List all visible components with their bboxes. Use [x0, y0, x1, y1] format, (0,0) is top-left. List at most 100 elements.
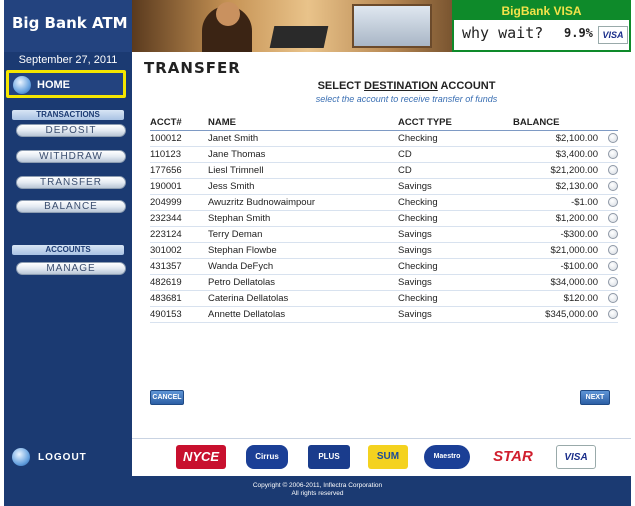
- radio-cell: [598, 210, 618, 227]
- table-row[interactable]: 301002 Stephan Flowbe Savings $21,000.00: [150, 242, 618, 259]
- accounts-header: ACCOUNTS: [12, 245, 124, 255]
- balance-cell: $34,000.00: [513, 274, 598, 291]
- type-cell: Checking: [398, 194, 513, 211]
- next-button[interactable]: NEXT: [580, 390, 610, 405]
- col-type-header: ACCT TYPE: [398, 115, 513, 131]
- home-button[interactable]: HOME: [6, 70, 126, 98]
- type-cell: Checking: [398, 290, 513, 307]
- transfer-button[interactable]: TRANSFER: [16, 176, 126, 189]
- radio-cell: [598, 130, 618, 147]
- acct-cell: 431357: [150, 258, 208, 275]
- deposit-button[interactable]: DEPOSIT: [16, 124, 126, 137]
- name-cell: Awuzritz Budnowaimpour: [208, 194, 398, 211]
- header: Big Bank ATM BigBank VISA why wait? 9.9%…: [4, 0, 631, 52]
- col-select-header: [598, 115, 618, 131]
- select-account-radio[interactable]: [608, 276, 618, 287]
- col-balance-header: BALANCE: [513, 115, 598, 131]
- balance-button[interactable]: BALANCE: [16, 200, 126, 213]
- atm-frame: Big Bank ATM BigBank VISA why wait? 9.9%…: [4, 0, 631, 506]
- acct-cell: 490153: [150, 306, 208, 323]
- withdraw-button[interactable]: WITHDRAW: [16, 150, 126, 163]
- home-icon: [13, 76, 31, 94]
- radio-cell: [598, 162, 618, 179]
- table-row[interactable]: 490153 Annette Dellatolas Savings $345,000.…: [150, 306, 618, 323]
- promo-rate: 9.9%: [564, 26, 593, 40]
- radio-cell: [598, 226, 618, 243]
- acct-cell: 223124: [150, 226, 208, 243]
- type-cell: Checking: [398, 258, 513, 275]
- acct-cell: 483681: [150, 290, 208, 307]
- select-account-radio[interactable]: [608, 244, 618, 255]
- manage-button[interactable]: MANAGE: [16, 262, 126, 275]
- radio-cell: [598, 178, 618, 195]
- app-brand: Big Bank ATM: [12, 14, 128, 32]
- visa-promo-banner[interactable]: BigBank VISA why wait? 9.9% VISA: [452, 0, 631, 52]
- select-account-radio[interactable]: [608, 292, 618, 303]
- table-row[interactable]: 204999 Awuzritz Budnowaimpour Checking -$1.…: [150, 194, 618, 211]
- nyce-logo: NYCE: [176, 445, 226, 469]
- balance-cell: $21,000.00: [513, 242, 598, 259]
- accounts-table: ACCT# NAME ACCT TYPE BALANCE 100012 Janet…: [150, 115, 618, 323]
- transactions-header: TRANSACTIONS: [12, 110, 124, 120]
- col-name-header: NAME: [208, 115, 398, 131]
- cancel-button[interactable]: CANCEL: [150, 390, 184, 405]
- page-title: TRANSFER: [144, 59, 241, 77]
- copyright: Copyright © 2006-2011, Inflectra Corpora…: [4, 482, 631, 498]
- table-header-row: ACCT# NAME ACCT TYPE BALANCE: [150, 115, 618, 131]
- select-account-radio[interactable]: [608, 180, 618, 191]
- balance-cell: $2,130.00: [513, 178, 598, 195]
- select-account-radio[interactable]: [608, 148, 618, 159]
- plus-logo: PLUS: [308, 445, 350, 469]
- select-account-radio[interactable]: [608, 212, 618, 223]
- maestro-logo: Maestro: [424, 445, 470, 469]
- star-logo: STAR: [488, 445, 538, 469]
- radio-cell: [598, 146, 618, 163]
- current-date: September 27, 2011: [18, 54, 118, 66]
- type-cell: Savings: [398, 306, 513, 323]
- name-cell: Petro Dellatolas: [208, 274, 398, 291]
- table-row[interactable]: 190001 Jess Smith Savings $2,130.00: [150, 178, 618, 195]
- name-cell: Liesl Trimnell: [208, 162, 398, 179]
- home-label: HOME: [37, 79, 70, 91]
- select-destination-word: DESTINATION: [364, 80, 438, 92]
- name-cell: Janet Smith: [208, 130, 398, 147]
- promo-tagline: why wait?: [462, 24, 544, 42]
- acct-cell: 190001: [150, 178, 208, 195]
- radio-cell: [598, 242, 618, 259]
- banner-window: [352, 4, 432, 48]
- table-row[interactable]: 223124 Terry Deman Savings -$300.00: [150, 226, 618, 243]
- table-row[interactable]: 110123 Jane Thomas CD $3,400.00: [150, 146, 618, 163]
- select-account-radio[interactable]: [608, 132, 618, 143]
- cirrus-logo: Cirrus: [246, 445, 288, 469]
- balance-cell: -$100.00: [513, 258, 598, 275]
- acct-cell: 232344: [150, 210, 208, 227]
- logout-icon: [12, 448, 30, 466]
- select-subtitle: select the account to receive transfer o…: [315, 94, 498, 104]
- type-cell: CD: [398, 162, 513, 179]
- radio-cell: [598, 194, 618, 211]
- logout-button[interactable]: LOGOUT: [12, 446, 122, 470]
- acct-cell: 177656: [150, 162, 208, 179]
- banner-person-head: [216, 2, 240, 26]
- table-row[interactable]: 232344 Stephan Smith Checking $1,200.00: [150, 210, 618, 227]
- select-account-radio[interactable]: [608, 164, 618, 175]
- table-row[interactable]: 100012 Janet Smith Checking $2,100.00: [150, 130, 618, 147]
- type-cell: Savings: [398, 242, 513, 259]
- name-cell: Stephan Smith: [208, 210, 398, 227]
- radio-cell: [598, 274, 618, 291]
- table-row[interactable]: 177656 Liesl Trimnell CD $21,200.00: [150, 162, 618, 179]
- balance-cell: -$300.00: [513, 226, 598, 243]
- select-account-radio[interactable]: [608, 308, 618, 319]
- type-cell: Checking: [398, 130, 513, 147]
- table-row[interactable]: 431357 Wanda DeFych Checking -$100.00: [150, 258, 618, 275]
- header-banner-photo: [132, 0, 452, 52]
- select-account-radio[interactable]: [608, 196, 618, 207]
- col-acct-header: ACCT#: [150, 115, 208, 131]
- radio-cell: [598, 306, 618, 323]
- select-account-radio[interactable]: [608, 228, 618, 239]
- sum-logo: SUM: [368, 445, 408, 469]
- table-row[interactable]: 483681 Caterina Dellatolas Checking $120.00: [150, 290, 618, 307]
- table-row[interactable]: 482619 Petro Dellatolas Savings $34,000.00: [150, 274, 618, 291]
- select-suffix: ACCOUNT: [440, 80, 496, 92]
- select-account-radio[interactable]: [608, 260, 618, 271]
